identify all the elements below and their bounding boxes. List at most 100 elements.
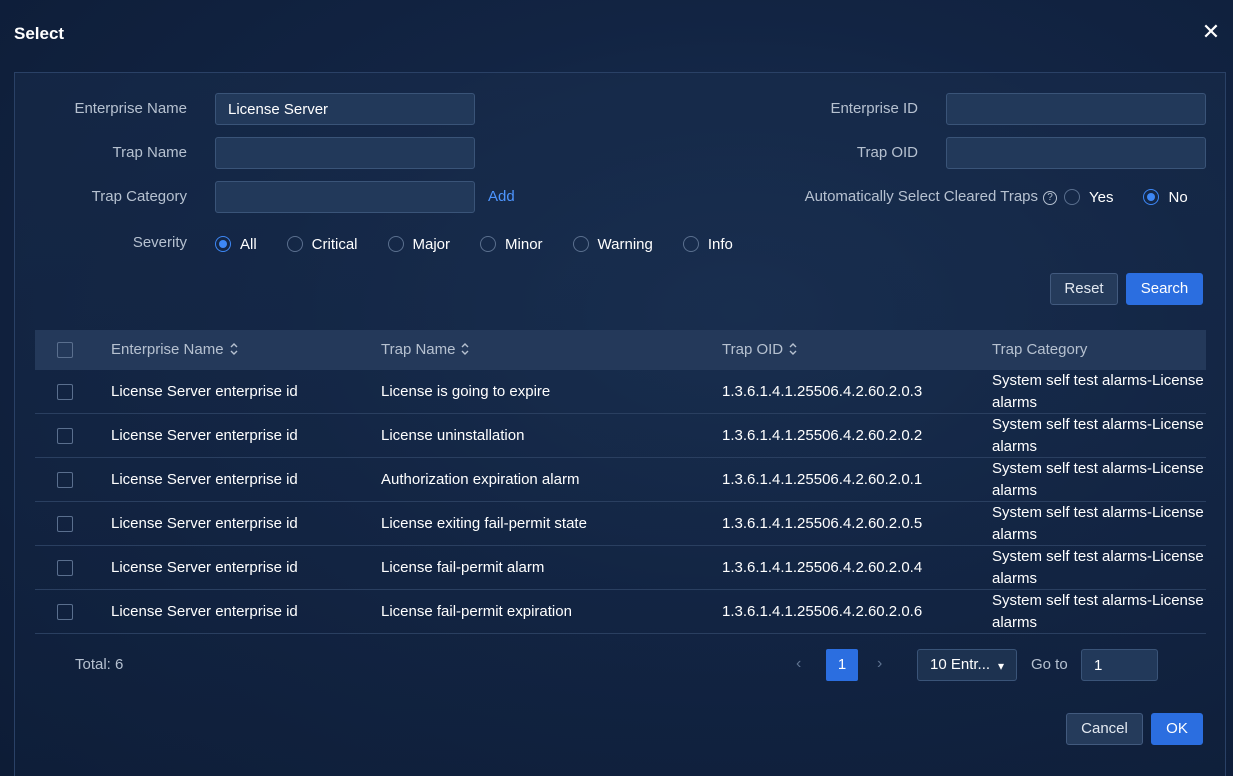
column-trap-name[interactable]: Trap Name xyxy=(381,330,469,370)
radio-icon xyxy=(572,236,589,252)
help-icon[interactable]: ? xyxy=(1043,191,1057,205)
close-icon[interactable]: ✕ xyxy=(1201,21,1221,43)
cell-trap-oid: 1.3.6.1.4.1.25506.4.2.60.2.0.2 xyxy=(722,427,923,444)
sort-icon[interactable] xyxy=(461,342,469,356)
trap-name-label: Trap Name xyxy=(112,144,187,161)
cell-trap-category: System self test alarms-License alarms xyxy=(992,592,1204,631)
row-checkbox[interactable] xyxy=(57,516,73,532)
cell-trap-oid: 1.3.6.1.4.1.25506.4.2.60.2.0.6 xyxy=(722,603,923,620)
prev-page-icon[interactable]: ‹ xyxy=(796,655,801,673)
next-page-icon[interactable]: › xyxy=(877,655,882,673)
table-row[interactable]: License Server enterprise id License exit… xyxy=(35,502,1206,546)
cell-enterprise-name: License Server enterprise id xyxy=(111,603,298,620)
cell-trap-oid: 1.3.6.1.4.1.25506.4.2.60.2.0.4 xyxy=(722,559,923,576)
cell-trap-category: System self test alarms-License alarms xyxy=(992,372,1204,411)
add-category-link[interactable]: Add xyxy=(488,181,515,213)
cell-trap-oid: 1.3.6.1.4.1.25506.4.2.60.2.0.1 xyxy=(722,471,923,488)
cell-trap-name: License fail-permit expiration xyxy=(381,603,572,620)
column-trap-oid[interactable]: Trap OID xyxy=(722,330,797,370)
dialog-title: Select xyxy=(14,24,65,43)
search-button[interactable]: Search xyxy=(1126,273,1203,305)
goto-label: Go to xyxy=(1031,656,1068,673)
cell-trap-name: Authorization expiration alarm xyxy=(381,471,580,488)
auto-select-yes-radio[interactable]: Yes xyxy=(1064,189,1113,206)
cell-trap-name: License uninstallation xyxy=(381,427,525,444)
cell-trap-name: License fail-permit alarm xyxy=(381,559,545,576)
trap-category-input[interactable] xyxy=(215,181,475,213)
row-checkbox[interactable] xyxy=(57,560,73,576)
radio-label: Yes xyxy=(1089,188,1114,206)
table-row[interactable]: License Server enterprise id Authorizatio… xyxy=(35,458,1206,502)
trap-name-input[interactable] xyxy=(215,137,475,169)
row-checkbox[interactable] xyxy=(57,428,73,444)
cell-trap-category: System self test alarms-License alarms xyxy=(992,548,1204,587)
trap-table: Enterprise Name Trap Name Trap OID Trap … xyxy=(35,330,1206,634)
trap-oid-input[interactable] xyxy=(946,137,1206,169)
auto-select-radio-group: Yes No xyxy=(1064,181,1218,213)
cell-trap-name: License is going to expire xyxy=(381,383,551,400)
radio-icon xyxy=(1064,189,1080,205)
cell-trap-category: System self test alarms-License alarms xyxy=(992,460,1204,499)
column-label: Trap Name xyxy=(381,341,456,358)
cell-trap-oid: 1.3.6.1.4.1.25506.4.2.60.2.0.5 xyxy=(722,515,923,532)
radio-icon xyxy=(480,236,497,252)
cell-trap-category: System self test alarms-License alarms xyxy=(992,416,1204,455)
cancel-button[interactable]: Cancel xyxy=(1066,713,1143,745)
severity-label: Severity xyxy=(132,234,187,251)
severity-radio-group: All Critical Major Minor Warning Info xyxy=(215,228,763,260)
column-enterprise-name[interactable]: Enterprise Name xyxy=(111,330,238,370)
table-row[interactable]: License Server enterprise id License fail… xyxy=(35,546,1206,590)
column-label: Trap OID xyxy=(722,341,784,358)
table-header: Enterprise Name Trap Name Trap OID Trap … xyxy=(35,330,1206,370)
radio-label: Critical xyxy=(311,235,358,253)
radio-label: No xyxy=(1168,188,1188,206)
auto-select-label-text: Automatically Select Cleared Traps xyxy=(804,188,1038,205)
cell-trap-category: System self test alarms-License alarms xyxy=(992,504,1204,543)
severity-major-radio[interactable]: Major xyxy=(387,236,450,253)
goto-page-input[interactable] xyxy=(1081,649,1158,681)
row-checkbox[interactable] xyxy=(57,604,73,620)
radio-selected-icon xyxy=(1143,189,1160,205)
ok-button[interactable]: OK xyxy=(1151,713,1203,745)
total-count: Total: 6 xyxy=(75,656,124,673)
severity-info-radio[interactable]: Info xyxy=(682,236,733,253)
auto-select-no-radio[interactable]: No xyxy=(1143,188,1188,206)
severity-critical-radio[interactable]: Critical xyxy=(286,235,358,253)
cell-enterprise-name: License Server enterprise id xyxy=(111,471,298,488)
radio-label: Warning xyxy=(597,235,653,253)
cell-enterprise-name: License Server enterprise id xyxy=(111,559,298,576)
auto-select-label: Automatically Select Cleared Traps? xyxy=(780,181,1057,213)
cell-trap-oid: 1.3.6.1.4.1.25506.4.2.60.2.0.3 xyxy=(722,383,923,400)
sort-icon[interactable] xyxy=(789,342,797,356)
page-size-value: 10 Entr... xyxy=(930,656,991,673)
severity-all-radio[interactable]: All xyxy=(215,236,257,253)
radio-icon xyxy=(286,236,303,252)
column-trap-category: Trap Category xyxy=(992,341,1088,358)
enterprise-id-label: Enterprise ID xyxy=(830,100,918,117)
severity-minor-radio[interactable]: Minor xyxy=(480,236,543,253)
page-size-select[interactable]: 10 Entr... ▾ xyxy=(917,649,1017,681)
row-checkbox[interactable] xyxy=(57,472,73,488)
page-1-button[interactable]: 1 xyxy=(826,649,858,681)
radio-label: All xyxy=(240,235,257,253)
trap-category-label: Trap Category xyxy=(91,188,187,205)
column-label: Enterprise Name xyxy=(111,341,224,358)
radio-label: Minor xyxy=(505,235,543,253)
enterprise-name-input[interactable] xyxy=(215,93,475,125)
table-row[interactable]: License Server enterprise id License unin… xyxy=(35,414,1206,458)
chevron-down-icon: ▾ xyxy=(997,659,1004,673)
table-row[interactable]: License Server enterprise id License is g… xyxy=(35,370,1206,414)
sort-icon[interactable] xyxy=(230,342,238,356)
row-checkbox[interactable] xyxy=(57,384,73,400)
enterprise-id-input[interactable] xyxy=(946,93,1206,125)
select-all-checkbox[interactable] xyxy=(57,342,73,358)
severity-warning-radio[interactable]: Warning xyxy=(572,235,653,253)
select-dialog: Select ✕ Enterprise Name Enterprise ID T… xyxy=(0,0,1233,776)
cell-enterprise-name: License Server enterprise id xyxy=(111,427,298,444)
radio-icon xyxy=(682,236,699,252)
table-row[interactable]: License Server enterprise id License fail… xyxy=(35,590,1206,634)
reset-button[interactable]: Reset xyxy=(1050,273,1118,305)
trap-oid-label: Trap OID xyxy=(856,144,918,161)
cell-enterprise-name: License Server enterprise id xyxy=(111,383,298,400)
table-body: License Server enterprise id License is g… xyxy=(35,370,1206,634)
